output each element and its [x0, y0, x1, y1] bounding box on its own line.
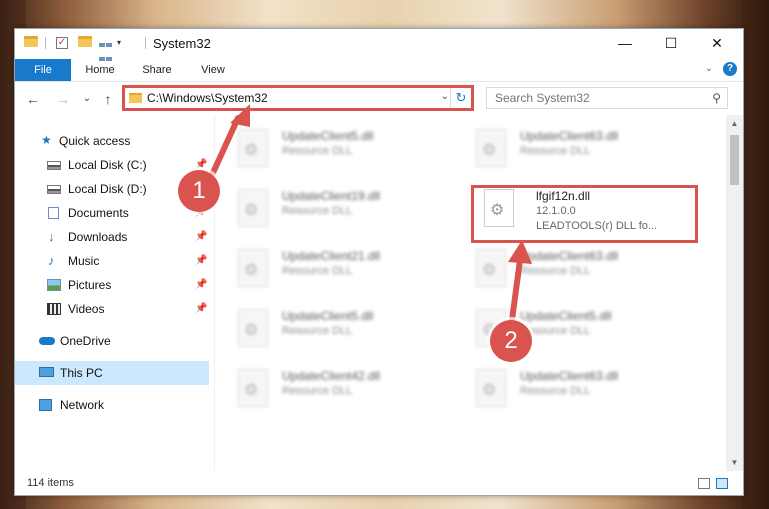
arrow-head-file	[508, 240, 532, 264]
arrow-head-address	[230, 104, 250, 127]
callout-badge-2: 2	[490, 320, 532, 362]
arrow-to-file	[509, 257, 523, 323]
callout-badge-1: 1	[178, 170, 220, 212]
annotation-arrows	[209, 104, 532, 323]
arrow-to-address-bar	[209, 115, 241, 178]
